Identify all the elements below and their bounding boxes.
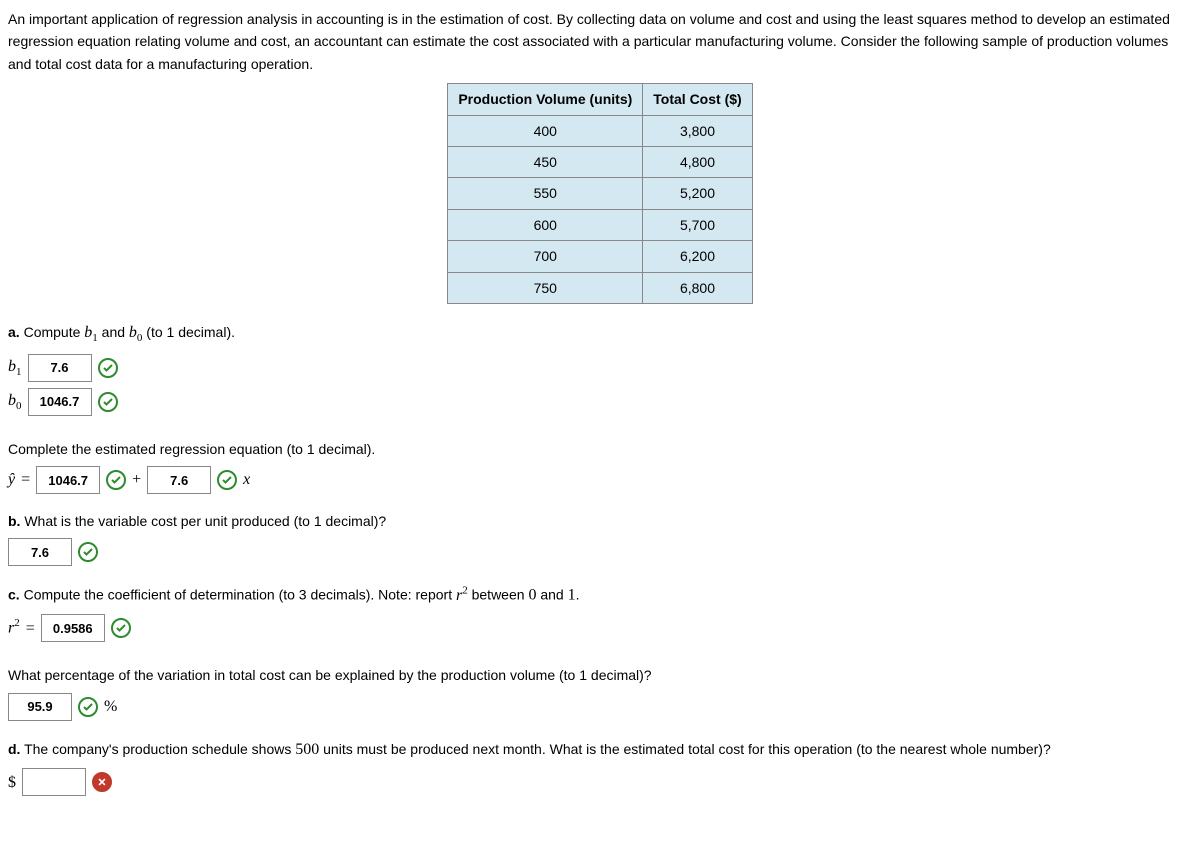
table-cell: 700 (448, 241, 643, 272)
check-icon (217, 470, 237, 490)
plus-sign: + (132, 467, 141, 493)
table-cell: 4,800 (643, 146, 752, 177)
table-cell: 600 (448, 209, 643, 240)
total-cost-input[interactable] (22, 768, 86, 796)
check-icon (78, 697, 98, 717)
var-cost-input[interactable] (8, 538, 72, 566)
b1-label: b1 (8, 354, 22, 382)
table-cell: 400 (448, 115, 643, 146)
pct-input[interactable] (8, 693, 72, 721)
section-d: d. The company's production schedule sho… (8, 737, 1192, 797)
x-var: x (243, 467, 250, 493)
b0-label: b0 (8, 388, 22, 416)
equals-sign: = (26, 616, 35, 642)
section-a: a. Compute b1 and b0 (to 1 decimal). b1 … (8, 320, 1192, 494)
complete-eq-text: Complete the estimated regression equati… (8, 438, 1192, 460)
question-a-text: a. Compute b1 and b0 (to 1 decimal). (8, 320, 1192, 348)
table-header-volume: Production Volume (units) (448, 84, 643, 115)
yhat-label: ŷ (8, 467, 15, 493)
question-c-text: c. Compute the coefficient of determinat… (8, 582, 1192, 608)
section-b: b. What is the variable cost per unit pr… (8, 510, 1192, 566)
table-cell: 5,200 (643, 178, 752, 209)
check-icon (98, 392, 118, 412)
table-cell: 5,700 (643, 209, 752, 240)
r2-label: r2 (8, 615, 20, 641)
equals-sign: = (21, 467, 30, 493)
pct-symbol: % (104, 694, 117, 720)
question-d-text: d. The company's production schedule sho… (8, 737, 1192, 763)
table-row: 6005,700 (448, 209, 752, 240)
x-icon (92, 772, 112, 792)
b1-input[interactable] (28, 354, 92, 382)
table-header-cost: Total Cost ($) (643, 84, 752, 115)
table-cell: 450 (448, 146, 643, 177)
check-icon (98, 358, 118, 378)
table-row: 4504,800 (448, 146, 752, 177)
table-cell: 550 (448, 178, 643, 209)
data-table: Production Volume (units) Total Cost ($)… (447, 83, 752, 304)
table-cell: 750 (448, 272, 643, 303)
check-icon (111, 618, 131, 638)
check-icon (78, 542, 98, 562)
table-cell: 6,800 (643, 272, 752, 303)
r2-input[interactable] (41, 614, 105, 642)
check-icon (106, 470, 126, 490)
section-c: c. Compute the coefficient of determinat… (8, 582, 1192, 720)
eq-b0-input[interactable] (36, 466, 100, 494)
table-cell: 3,800 (643, 115, 752, 146)
intro-text: An important application of regression a… (8, 8, 1192, 75)
table-cell: 6,200 (643, 241, 752, 272)
table-row: 7506,800 (448, 272, 752, 303)
pct-variation-text: What percentage of the variation in tota… (8, 664, 1192, 686)
table-row: 7006,200 (448, 241, 752, 272)
eq-b1-input[interactable] (147, 466, 211, 494)
dollar-sign: $ (8, 770, 16, 796)
question-b-text: b. What is the variable cost per unit pr… (8, 510, 1192, 532)
table-row: 5505,200 (448, 178, 752, 209)
table-row: 4003,800 (448, 115, 752, 146)
b0-input[interactable] (28, 388, 92, 416)
